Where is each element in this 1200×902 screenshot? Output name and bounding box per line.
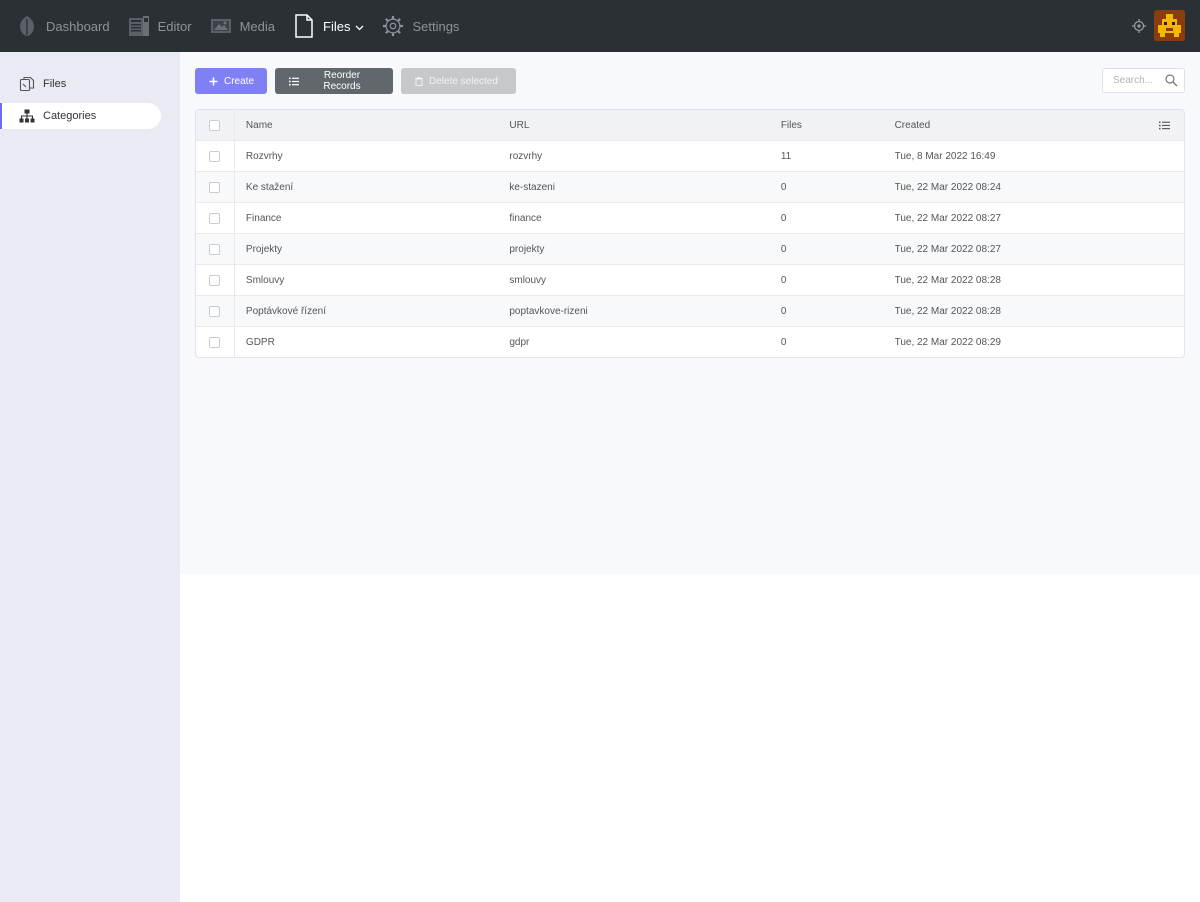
column-header-name[interactable]: Name <box>235 120 509 131</box>
column-header-created[interactable]: Created <box>895 120 1144 131</box>
table-row[interactable]: Rozvrhy rozvrhy 11 Tue, 8 Mar 2022 16:49 <box>196 140 1184 171</box>
toolbar: Create Reorder Records Delete selected <box>195 68 516 94</box>
avatar[interactable] <box>1154 10 1185 41</box>
search-icon[interactable] <box>1165 74 1178 90</box>
cell-name: Finance <box>245 212 282 224</box>
delete-button-label: Delete selected <box>429 75 498 87</box>
gear-icon <box>382 15 404 37</box>
row-checkbox[interactable] <box>209 212 221 224</box>
cell-files: 0 <box>780 336 787 348</box>
cell-created: Tue, 22 Mar 2022 08:29 <box>894 336 1001 348</box>
categories-table: Name URL Files Created Rozvrhy rozvrhy 1… <box>195 109 1185 358</box>
column-setup-icon[interactable] <box>1144 121 1184 130</box>
nav-label: Files <box>323 18 351 34</box>
cell-url: rozvrhy <box>509 150 543 162</box>
table-row[interactable]: GDPR gdpr 0 Tue, 22 Mar 2022 08:29 <box>196 326 1184 357</box>
row-check-cell <box>196 172 235 202</box>
cell-url: projekty <box>509 243 545 255</box>
column-header-url[interactable]: URL <box>509 120 780 131</box>
editor-icon <box>128 15 150 37</box>
column-header-files[interactable]: Files <box>781 120 895 131</box>
cell-name: GDPR <box>245 336 275 348</box>
sidebar-item-label: Categories <box>43 110 97 122</box>
plus-icon <box>209 77 218 86</box>
nav-item-dashboard[interactable]: Dashboard <box>0 0 119 52</box>
create-button-label: Create <box>224 75 255 87</box>
row-check-cell <box>196 296 235 326</box>
row-check-cell <box>196 141 235 171</box>
cell-created: Tue, 22 Mar 2022 08:24 <box>894 181 1001 193</box>
media-icon <box>210 15 232 37</box>
cell-created: Tue, 8 Mar 2022 16:49 <box>894 150 996 162</box>
row-checkbox[interactable] <box>209 181 221 193</box>
leaf-icon <box>16 15 38 37</box>
cell-name: Ke stažení <box>245 181 294 193</box>
cell-created: Tue, 22 Mar 2022 08:28 <box>894 305 1001 317</box>
cell-name: Projekty <box>245 243 283 255</box>
row-checkbox[interactable] <box>209 150 221 162</box>
cell-name: Smlouvy <box>245 274 285 286</box>
cell-url: poptavkove-rizeni <box>509 305 588 317</box>
cell-name: Poptávkové řízení <box>245 305 326 317</box>
cell-url: smlouvy <box>509 274 547 286</box>
cell-files: 0 <box>780 212 787 224</box>
select-all-checkbox[interactable] <box>209 119 221 131</box>
cell-files: 0 <box>780 305 787 317</box>
row-checkbox[interactable] <box>209 305 221 317</box>
nav-item-settings[interactable]: Settings <box>373 0 468 52</box>
row-checkbox[interactable] <box>209 243 221 255</box>
cell-files: 0 <box>780 181 787 193</box>
table-row[interactable]: Ke stažení ke-stazeni 0 Tue, 22 Mar 2022… <box>196 171 1184 202</box>
sidebar-item-files[interactable]: Files <box>0 71 161 97</box>
table-row[interactable]: Smlouvy smlouvy 0 Tue, 22 Mar 2022 08:28 <box>196 264 1184 295</box>
row-check-cell <box>196 234 235 264</box>
nav-label: Dashboard <box>46 18 110 34</box>
cell-files: 0 <box>780 243 787 255</box>
row-check-cell <box>196 265 235 295</box>
nav-item-editor[interactable]: Editor <box>119 0 201 52</box>
topbar-right <box>1132 10 1185 41</box>
file-icon <box>293 14 315 38</box>
nav-label: Media <box>239 18 275 34</box>
table-header: Name URL Files Created <box>196 110 1184 140</box>
reorder-button-label: Reorder Records <box>323 70 361 92</box>
table-row[interactable]: Projekty projekty 0 Tue, 22 Mar 2022 08:… <box>196 233 1184 264</box>
row-checkbox[interactable] <box>209 336 221 348</box>
sitemap-icon <box>19 108 35 124</box>
sidebar-item-label: Files <box>43 78 67 90</box>
nav-label: Editor <box>157 18 192 34</box>
list-icon <box>289 77 299 86</box>
select-all-cell <box>196 110 235 140</box>
location-icon[interactable] <box>1132 18 1146 33</box>
cell-url: ke-stazeni <box>509 181 555 193</box>
nav-item-media[interactable]: Media <box>201 0 284 52</box>
cell-created: Tue, 22 Mar 2022 08:28 <box>894 274 1001 286</box>
cell-url: finance <box>509 212 542 224</box>
sidebar: Files Categories <box>0 52 180 902</box>
row-check-cell <box>196 327 235 357</box>
row-checkbox[interactable] <box>209 274 221 286</box>
table-row[interactable]: Poptávkové řízení poptavkove-rizeni 0 Tu… <box>196 295 1184 326</box>
chevron-down-icon <box>355 19 364 34</box>
trash-icon <box>415 76 423 86</box>
search-box <box>1102 68 1185 93</box>
nav-label: Settings <box>412 18 460 34</box>
delete-selected-button[interactable]: Delete selected <box>401 68 516 94</box>
reorder-records-button[interactable]: Reorder Records <box>275 68 393 94</box>
table-row[interactable]: Finance finance 0 Tue, 22 Mar 2022 08:27 <box>196 202 1184 233</box>
cell-created: Tue, 22 Mar 2022 08:27 <box>894 243 1001 255</box>
sidebar-item-categories[interactable]: Categories <box>0 103 161 129</box>
cell-created: Tue, 22 Mar 2022 08:27 <box>894 212 1001 224</box>
cell-url: gdpr <box>509 336 530 348</box>
create-button[interactable]: Create <box>195 68 267 94</box>
row-check-cell <box>196 203 235 233</box>
cell-name: Rozvrhy <box>245 150 283 162</box>
nav-item-files[interactable]: Files <box>284 0 373 52</box>
search-input[interactable] <box>1113 75 1165 86</box>
top-navbar: Dashboard Editor Media Files Settings <box>0 0 1200 52</box>
files-icon <box>19 76 35 92</box>
cell-files: 11 <box>780 150 792 162</box>
cell-files: 0 <box>780 274 787 286</box>
main-content: Create Reorder Records Delete selected N… <box>180 52 1200 574</box>
